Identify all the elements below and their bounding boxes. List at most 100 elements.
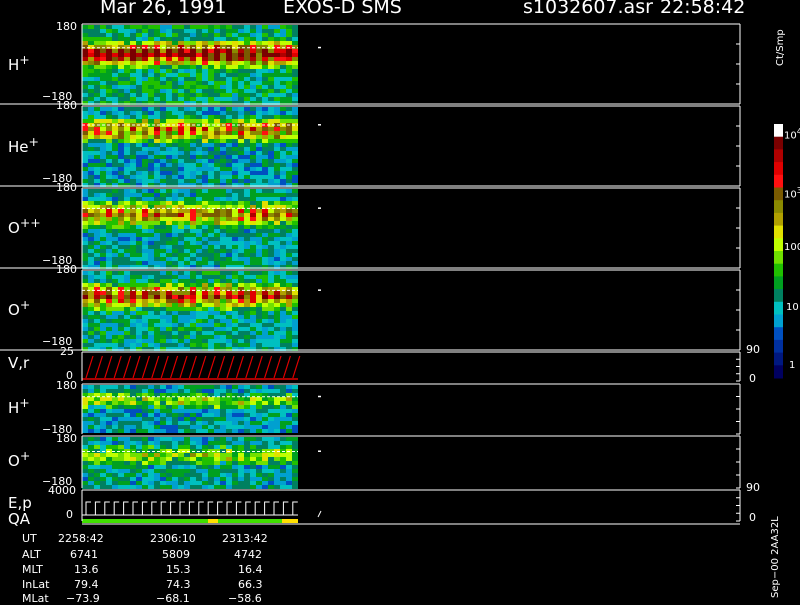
heat-cell bbox=[202, 303, 208, 307]
heat-cell bbox=[286, 139, 292, 143]
heat-cell bbox=[262, 33, 268, 37]
heat-cell bbox=[286, 397, 292, 401]
heat-cell bbox=[142, 193, 148, 197]
heat-cell bbox=[112, 77, 118, 81]
heat-cell bbox=[268, 417, 274, 421]
heat-cell bbox=[94, 397, 100, 401]
heat-cell bbox=[172, 217, 178, 221]
heat-cell bbox=[178, 257, 184, 261]
heat-cell bbox=[232, 283, 238, 287]
heat-cell bbox=[208, 225, 214, 229]
heat-cell bbox=[100, 167, 106, 171]
heat-cell bbox=[136, 291, 142, 295]
heat-cell bbox=[166, 49, 172, 53]
heat-cell bbox=[178, 461, 184, 465]
heat-cell bbox=[178, 237, 184, 241]
heat-cell bbox=[172, 97, 178, 101]
heat-cell bbox=[142, 33, 148, 37]
heat-cell bbox=[226, 425, 232, 429]
heat-cell bbox=[154, 209, 160, 213]
heat-cell bbox=[268, 119, 274, 123]
heat-cell bbox=[220, 41, 226, 45]
heat-cell bbox=[250, 85, 256, 89]
heat-cell bbox=[130, 485, 136, 489]
heat-cell bbox=[196, 233, 202, 237]
heat-cell bbox=[280, 89, 286, 93]
heat-cell bbox=[172, 111, 178, 115]
heat-cell bbox=[88, 461, 94, 465]
heat-cell bbox=[118, 73, 124, 77]
heat-cell bbox=[274, 237, 280, 241]
heat-cell bbox=[94, 445, 100, 449]
heat-cell bbox=[232, 147, 238, 151]
heat-cell bbox=[136, 299, 142, 303]
heat-cell bbox=[172, 429, 178, 433]
heat-cell bbox=[244, 57, 250, 61]
heat-cell bbox=[142, 45, 148, 49]
heat-cell bbox=[178, 93, 184, 97]
heat-cell bbox=[238, 179, 244, 183]
heat-cell bbox=[88, 197, 94, 201]
heat-cell bbox=[214, 425, 220, 429]
heat-cell bbox=[130, 279, 136, 283]
heat-cell bbox=[208, 171, 214, 175]
heat-cell bbox=[226, 163, 232, 167]
heat-cell bbox=[202, 77, 208, 81]
heat-cell bbox=[106, 127, 112, 131]
heat-cell bbox=[196, 115, 202, 119]
heat-cell bbox=[148, 143, 154, 147]
heat-cell bbox=[190, 57, 196, 61]
heat-cell bbox=[208, 465, 214, 469]
heat-cell bbox=[214, 257, 220, 261]
heat-cell bbox=[88, 307, 94, 311]
heat-cell bbox=[130, 119, 136, 123]
heat-cell bbox=[196, 421, 202, 425]
heat-cell bbox=[238, 413, 244, 417]
heat-cell bbox=[274, 389, 280, 393]
heat-cell bbox=[292, 65, 298, 69]
heat-cell bbox=[106, 453, 112, 457]
heat-cell bbox=[292, 167, 298, 171]
heat-cell bbox=[232, 209, 238, 213]
heat-cell bbox=[244, 155, 250, 159]
heat-cell bbox=[190, 237, 196, 241]
heat-cell bbox=[292, 159, 298, 163]
heat-cell bbox=[220, 175, 226, 179]
heat-cell bbox=[292, 131, 298, 135]
heat-cell bbox=[250, 225, 256, 229]
heat-cell bbox=[178, 441, 184, 445]
heat-cell bbox=[148, 233, 154, 237]
heat-cell bbox=[274, 473, 280, 477]
heat-cell bbox=[154, 119, 160, 123]
heat-cell bbox=[124, 119, 130, 123]
heat-cell bbox=[250, 405, 256, 409]
heat-cell bbox=[238, 453, 244, 457]
heat-cell bbox=[160, 93, 166, 97]
heat-cell bbox=[196, 245, 202, 249]
heat-cell bbox=[202, 61, 208, 65]
heat-cell bbox=[202, 473, 208, 477]
heat-cell bbox=[172, 221, 178, 225]
heat-cell bbox=[136, 73, 142, 77]
heat-cell bbox=[130, 57, 136, 61]
heat-cell bbox=[124, 261, 130, 265]
heat-cell bbox=[250, 441, 256, 445]
heat-cell bbox=[184, 323, 190, 327]
heat-cell bbox=[208, 461, 214, 465]
heat-cell bbox=[130, 425, 136, 429]
heat-cell bbox=[214, 155, 220, 159]
heat-cell bbox=[196, 85, 202, 89]
heat-cell bbox=[106, 241, 112, 245]
heat-cell bbox=[280, 295, 286, 299]
heat-cell bbox=[292, 179, 298, 183]
heat-cell bbox=[238, 73, 244, 77]
heat-cell bbox=[262, 389, 268, 393]
heat-cell bbox=[184, 339, 190, 343]
heat-cell bbox=[160, 115, 166, 119]
heat-cell bbox=[88, 171, 94, 175]
heat-cell bbox=[268, 323, 274, 327]
heat-cell bbox=[220, 409, 226, 413]
heat-cell bbox=[112, 233, 118, 237]
heat-cell bbox=[94, 213, 100, 217]
heat-cell bbox=[148, 417, 154, 421]
